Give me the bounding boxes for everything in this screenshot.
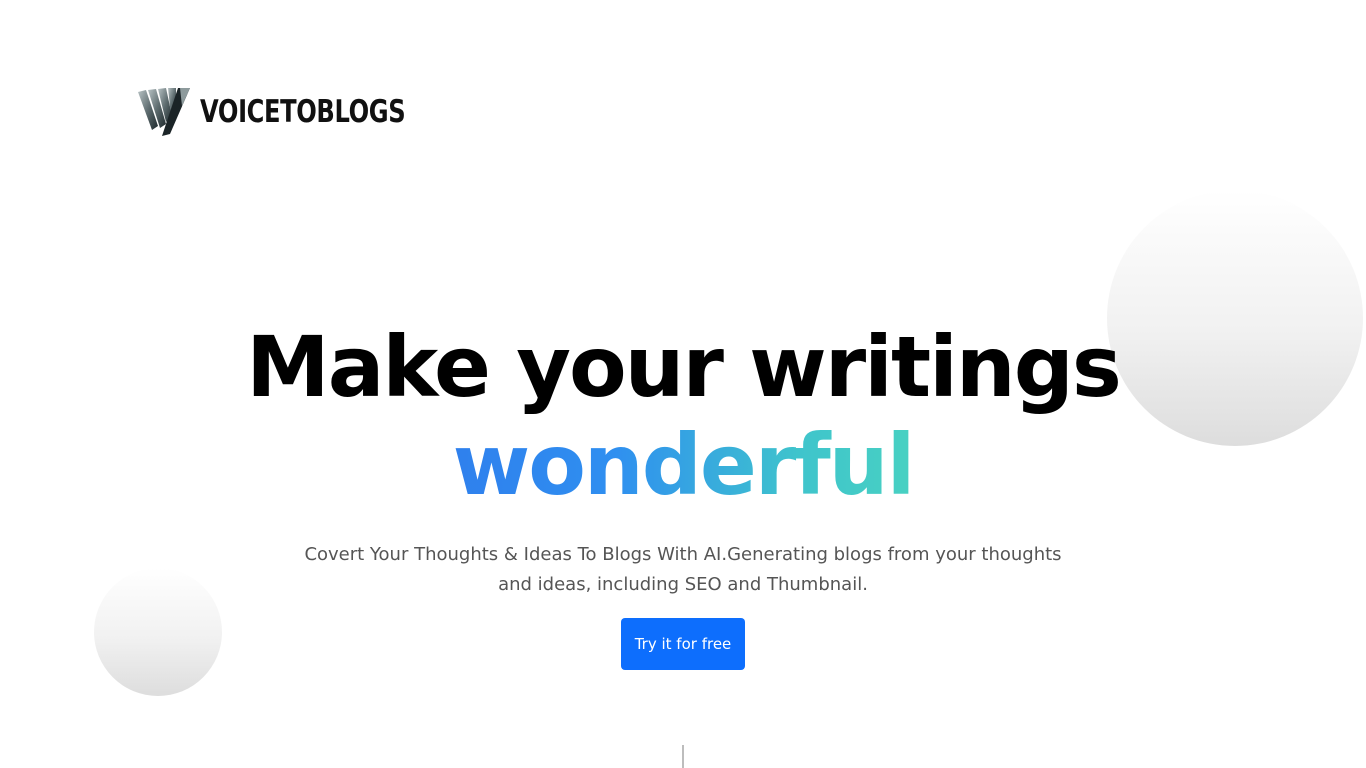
hero-section: Make your writings wonderful Covert Your… — [0, 318, 1366, 670]
scroll-indicator-line — [682, 745, 684, 768]
headline-line-1: Make your writings — [246, 318, 1122, 416]
hero-subtitle: Covert Your Thoughts & Ideas To Blogs Wi… — [304, 544, 1062, 595]
try-for-free-button[interactable]: Try it for free — [621, 618, 745, 670]
wave-logo-icon — [138, 88, 190, 136]
brand-logo-link[interactable]: VOICETOBLOGS — [136, 86, 463, 138]
headline-line-2: wonderful — [0, 416, 1366, 514]
landing-page: VOICETOBLOGS Make your writings wonderfu… — [0, 0, 1366, 768]
headline-accent-word: wonderful — [452, 416, 916, 514]
hero-headline: Make your writings wonderful — [0, 318, 1366, 514]
brand-name: VOICETOBLOGS — [200, 94, 406, 130]
